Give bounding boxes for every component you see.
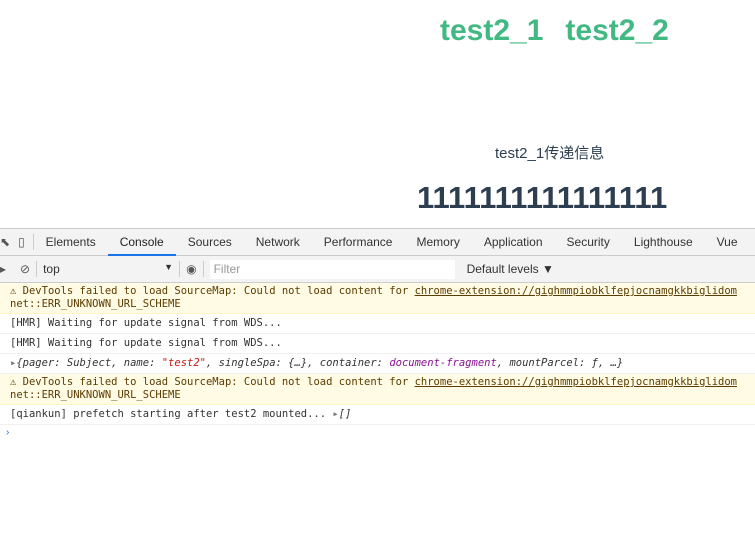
context-value: top <box>43 262 60 276</box>
app-nav: test2_1 test2_2 <box>440 14 669 48</box>
divider <box>179 261 181 277</box>
clear-console-icon[interactable]: ⊘ <box>20 262 30 276</box>
sidebar-toggle-icon[interactable]: ▸ <box>0 262 6 276</box>
divider <box>202 261 204 277</box>
message-text: [qiankun] prefetch starting after test2 … <box>10 408 333 420</box>
console-message: [HMR] Waiting for update signal from WDS… <box>0 334 755 354</box>
message-value: 1111111111111111 <box>417 180 668 215</box>
obj-part: {pager: Subject, name: <box>16 357 162 369</box>
obj-string: "test2" <box>161 357 206 369</box>
source-link[interactable]: chrome-extension://gighmmpiobklfepjocnam… <box>415 285 737 297</box>
tab-lighthouse[interactable]: Lighthouse <box>622 229 705 256</box>
warning-text: DevTools failed to load SourceMap: Could… <box>22 285 415 297</box>
eye-icon[interactable]: ◉ <box>186 262 196 276</box>
console-message: [qiankun] prefetch starting after test2 … <box>0 405 755 425</box>
divider <box>36 261 38 277</box>
obj-part: , mountParcel: ƒ, …} <box>496 357 624 369</box>
console-object[interactable]: ▸{pager: Subject, name: "test2", singleS… <box>0 354 755 374</box>
console-message: [HMR] Waiting for update signal from WDS… <box>0 314 755 334</box>
tab-network[interactable]: Network <box>244 229 312 256</box>
devtools-panel: ⬉ ▯ Elements Console Sources Network Per… <box>0 228 755 540</box>
warning-detail: net::ERR_UNKNOWN_URL_SCHEME <box>10 298 181 310</box>
chevron-down-icon: ▼ <box>164 262 174 272</box>
tab-elements[interactable]: Elements <box>34 229 108 256</box>
message-label: test2_1传递信息 <box>495 145 605 162</box>
warning-text: DevTools failed to load SourceMap: Could… <box>22 376 415 388</box>
tab-security[interactable]: Security <box>555 229 622 256</box>
obj-part: , singleSpa: {…}, container: <box>206 357 390 369</box>
array-value[interactable]: [] <box>339 408 352 420</box>
nav-link-test2-2[interactable]: test2_2 <box>565 14 668 48</box>
filter-input[interactable]: Filter <box>209 259 455 279</box>
console-warning: ⚠ DevTools failed to load SourceMap: Cou… <box>0 283 755 314</box>
devtools-tabbar: ⬉ ▯ Elements Console Sources Network Per… <box>0 229 755 256</box>
obj-node: document-fragment <box>389 357 497 369</box>
source-link[interactable]: chrome-extension://gighmmpiobklfepjocnam… <box>415 376 737 388</box>
tab-application[interactable]: Application <box>472 229 555 256</box>
context-select[interactable]: top ▼ <box>43 262 173 276</box>
console-toolbar: ▸ ⊘ top ▼ ◉ Filter Default levels ▼ <box>0 256 755 283</box>
console-warning: ⚠ DevTools failed to load SourceMap: Cou… <box>0 374 755 405</box>
warning-detail: net::ERR_UNKNOWN_URL_SCHEME <box>10 389 181 401</box>
tab-sources[interactable]: Sources <box>176 229 244 256</box>
tab-vue[interactable]: Vue <box>705 229 750 256</box>
tab-performance[interactable]: Performance <box>312 229 405 256</box>
device-toggle-icon[interactable]: ▯ <box>18 235 25 249</box>
tab-console[interactable]: Console <box>107 229 176 256</box>
console-prompt-icon[interactable]: › <box>0 425 755 440</box>
tab-memory[interactable]: Memory <box>404 229 471 256</box>
inspect-icon[interactable]: ⬉ <box>0 235 10 249</box>
nav-link-test2-1[interactable]: test2_1 <box>440 14 543 48</box>
log-levels-dropdown[interactable]: Default levels ▼ <box>467 262 554 276</box>
